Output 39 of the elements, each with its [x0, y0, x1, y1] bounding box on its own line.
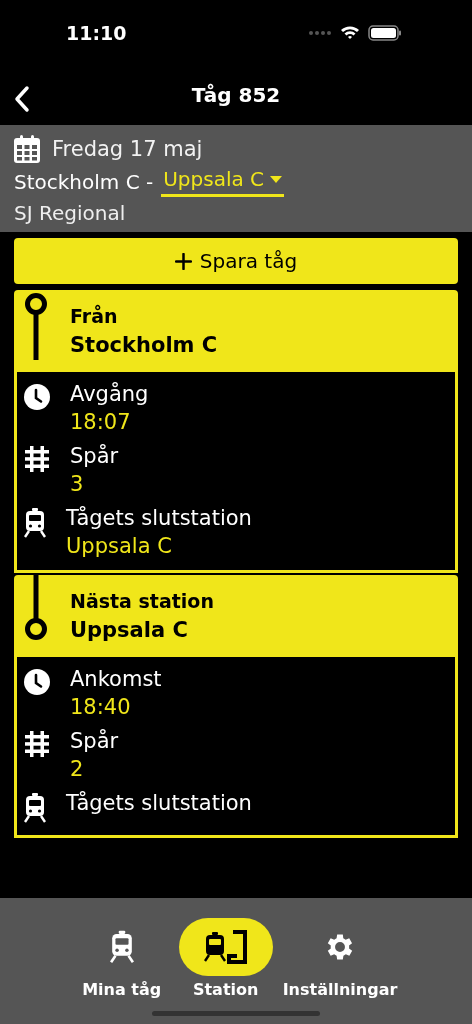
detail-value: 18:40 [70, 695, 132, 719]
train-station-icon [203, 930, 248, 964]
trip-date: Fredag 17 maj [52, 137, 203, 161]
detail-label: Tågets slutstation [66, 506, 252, 530]
tab-item[interactable]: Inställningar [282, 918, 398, 1024]
detail-value: 18:07 [70, 410, 132, 434]
detail-label: Spår [70, 729, 119, 753]
caret-icon [270, 175, 283, 183]
origin-station: Stockholm C - [14, 170, 154, 194]
stop-station: Uppsala C [70, 618, 189, 642]
save-train-button[interactable]: Spara tåg [14, 238, 458, 284]
destination-dropdown[interactable]: Uppsala C [161, 167, 285, 197]
detail-label: Spår [70, 444, 119, 468]
detail-value: 3 [70, 472, 85, 496]
calendar-icon [14, 135, 40, 163]
train-icon [24, 508, 46, 538]
operator-name: SJ Regional [14, 201, 127, 225]
detail-label: Avgång [70, 382, 149, 406]
detail-label: Ankomst [70, 667, 162, 691]
rail-track-icon [24, 731, 50, 757]
train-title: Tåg 852 [191, 83, 281, 107]
route-start-icon [24, 290, 48, 360]
stop-station: Stockholm C [70, 333, 218, 357]
rail-track-icon [24, 446, 50, 472]
clock-icon [24, 384, 50, 410]
detail-value: Uppsala C [66, 534, 173, 558]
stop-label: Från [70, 305, 119, 327]
signal-icon [308, 29, 332, 36]
detail-value: 2 [70, 757, 85, 781]
stop-label: Nästa station [70, 590, 214, 612]
clock-icon [24, 669, 50, 695]
status-time: 11:10 [66, 21, 127, 44]
train-icon [109, 930, 134, 964]
wifi-icon [340, 25, 360, 40]
back-button[interactable] [12, 83, 32, 115]
plus-icon [174, 252, 192, 270]
detail-label: Tågets slutstation [66, 791, 252, 815]
battery-icon [368, 24, 402, 41]
train-icon [24, 793, 46, 823]
